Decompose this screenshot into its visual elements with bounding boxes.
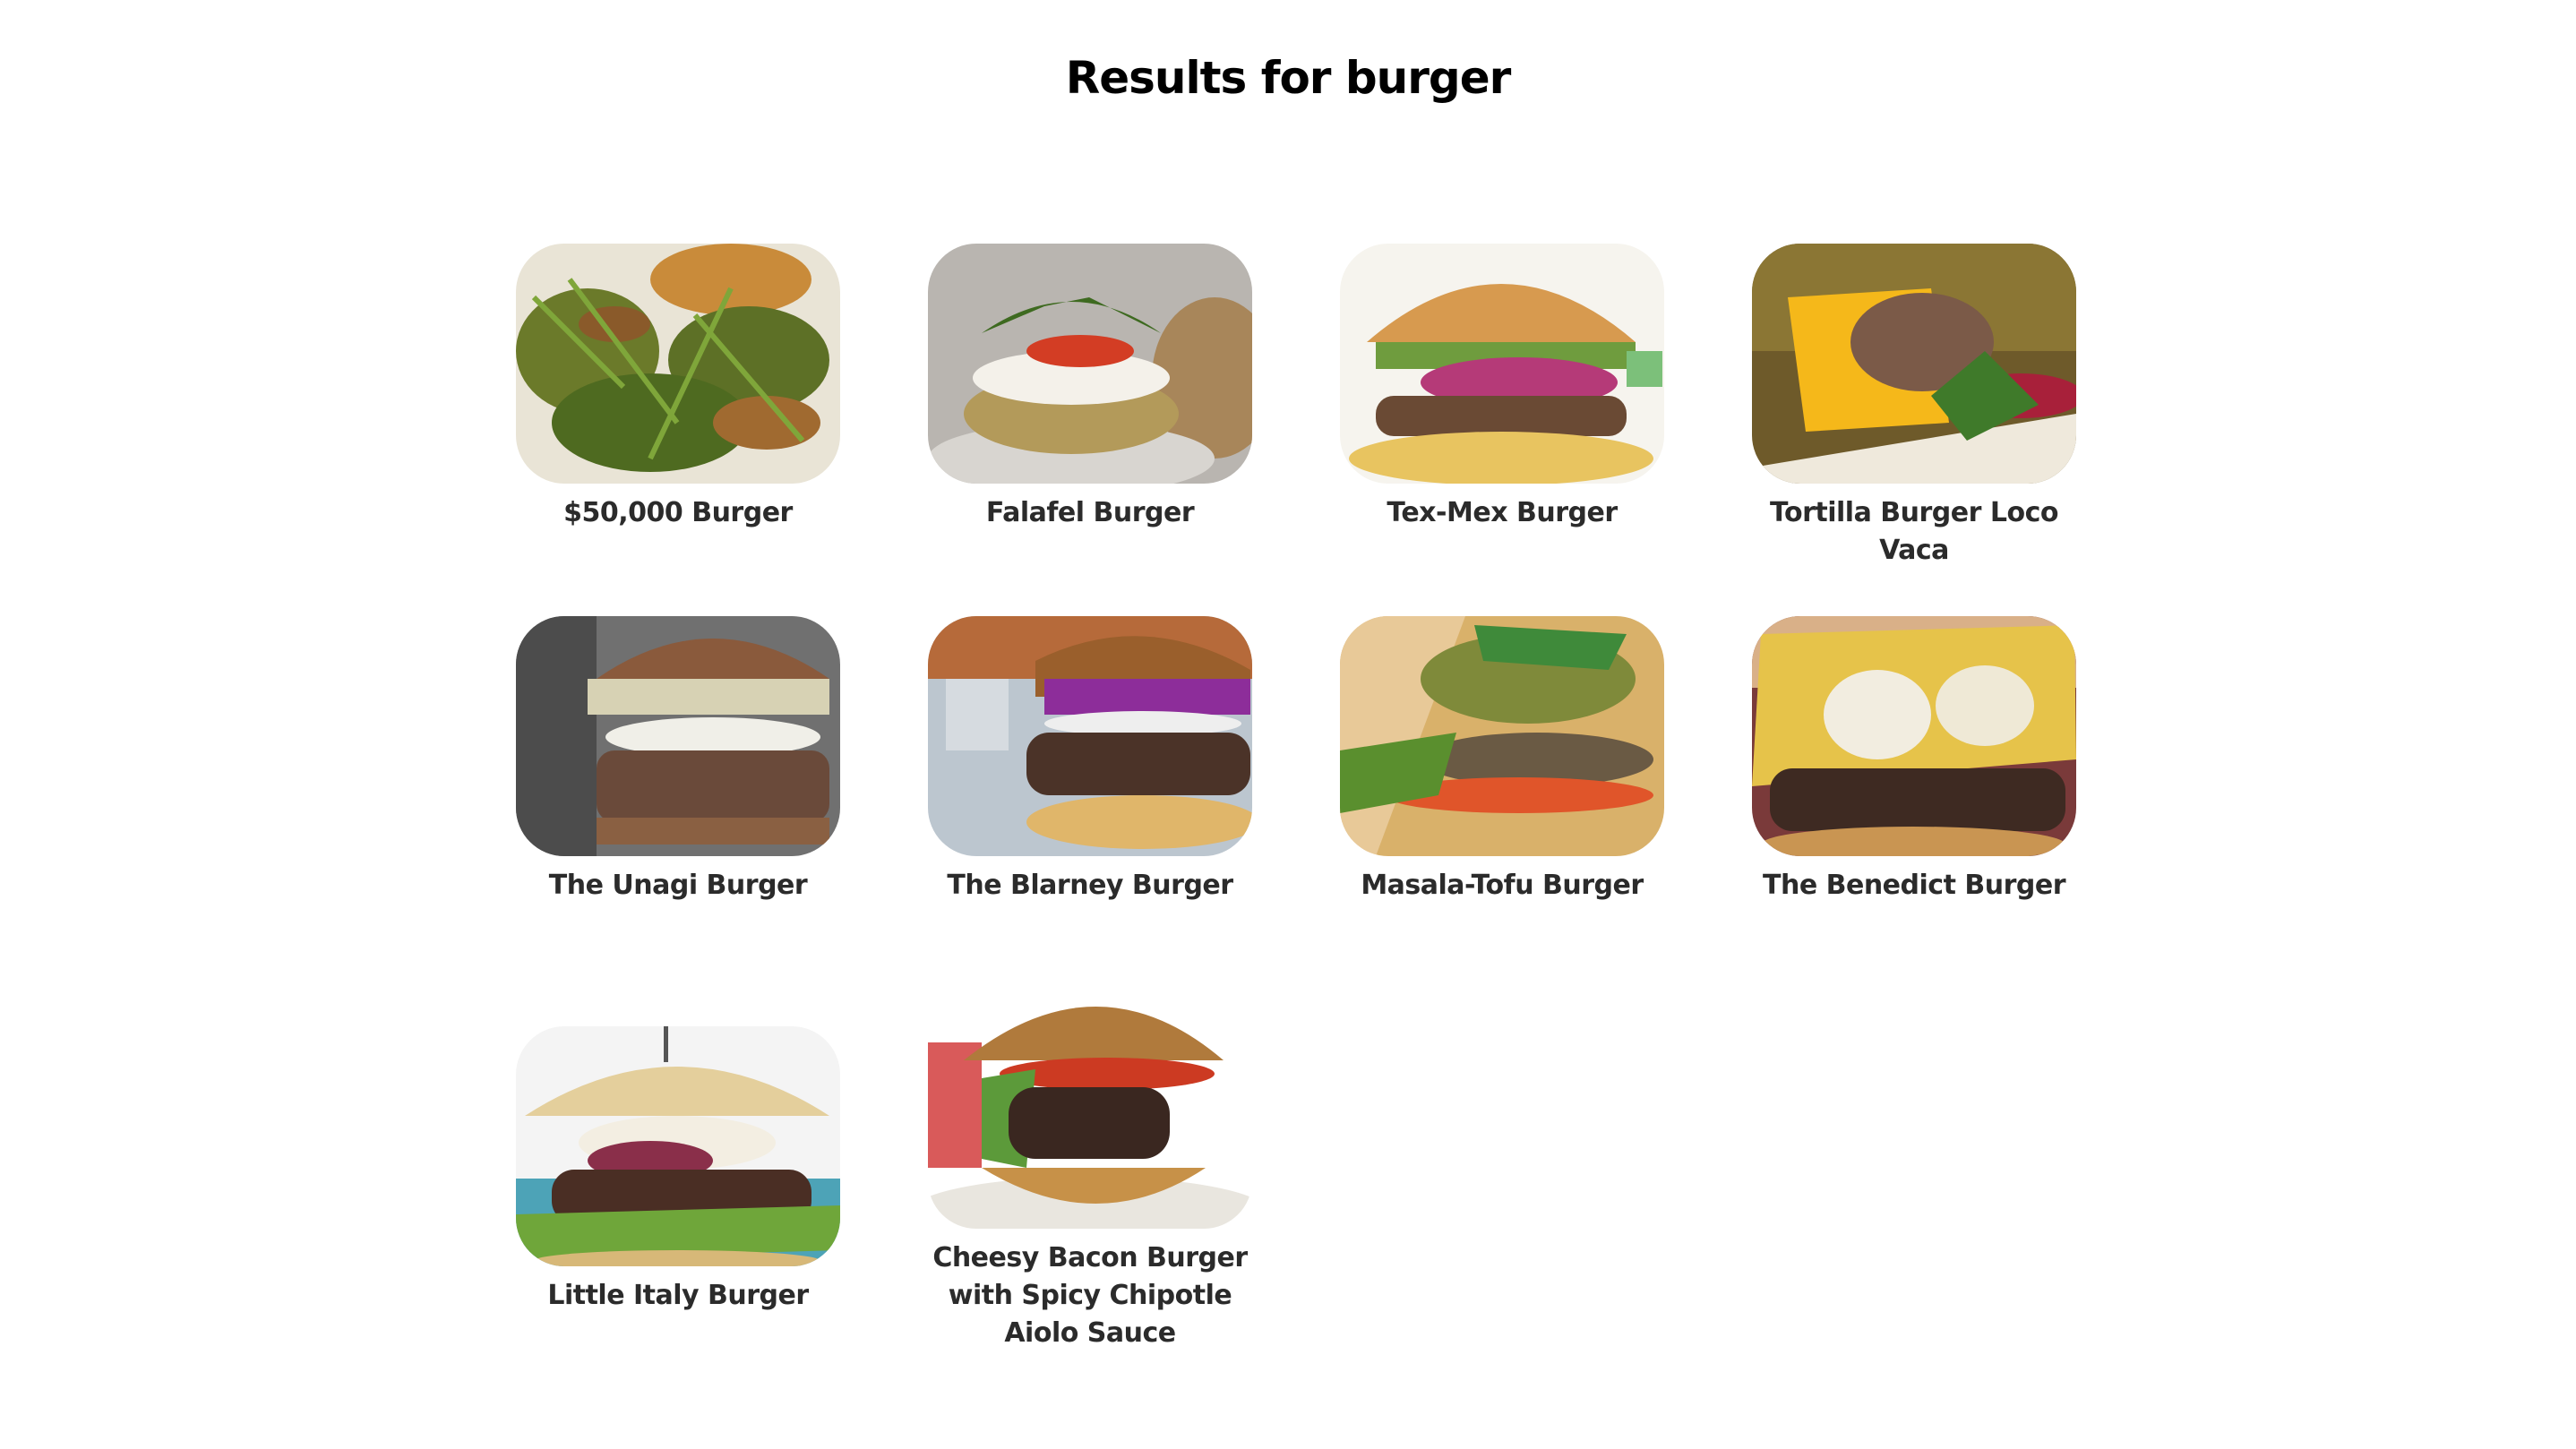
results-grid: $50,000 Burger Falafel Burger Tex-Mex Bu… xyxy=(516,244,2076,1352)
result-title[interactable]: Cheesy Bacon Burger with Spicy Chipotle … xyxy=(928,1239,1252,1352)
result-card[interactable]: Masala-Tofu Burger xyxy=(1340,616,1664,989)
burger-thumbnail[interactable] xyxy=(1340,616,1664,856)
result-card[interactable]: The Unagi Burger xyxy=(516,616,840,989)
burger-thumbnail[interactable] xyxy=(928,989,1252,1229)
burger-thumbnail[interactable] xyxy=(516,1026,840,1266)
page-title: Results for burger xyxy=(1065,52,1512,104)
result-title[interactable]: The Blarney Burger xyxy=(928,867,1252,905)
burger-thumbnail[interactable] xyxy=(516,616,840,856)
result-title[interactable]: Tex-Mex Burger xyxy=(1340,494,1664,532)
result-title[interactable]: $50,000 Burger xyxy=(516,494,840,532)
result-card[interactable]: The Blarney Burger xyxy=(928,616,1252,989)
result-card[interactable]: $50,000 Burger xyxy=(516,244,840,616)
result-title[interactable]: Little Italy Burger xyxy=(516,1277,840,1315)
burger-thumbnail[interactable] xyxy=(1752,244,2076,484)
burger-thumbnail[interactable] xyxy=(928,244,1252,484)
result-title[interactable]: Masala-Tofu Burger xyxy=(1340,867,1664,905)
result-title[interactable]: Falafel Burger xyxy=(928,494,1252,532)
result-card[interactable]: The Benedict Burger xyxy=(1752,616,2076,989)
result-title[interactable]: The Benedict Burger xyxy=(1752,867,2076,905)
result-card[interactable]: Tex-Mex Burger xyxy=(1340,244,1664,616)
burger-thumbnail[interactable] xyxy=(928,616,1252,856)
burger-thumbnail[interactable] xyxy=(516,244,840,484)
result-title[interactable]: Tortilla Burger Loco Vaca xyxy=(1752,494,2076,570)
result-card[interactable]: Tortilla Burger Loco Vaca xyxy=(1752,244,2076,616)
search-results-page: Results for burger $50,000 Burger Falafe… xyxy=(0,0,2576,1449)
burger-thumbnail[interactable] xyxy=(1752,616,2076,856)
result-card[interactable]: Little Italy Burger xyxy=(516,1026,840,1352)
result-card[interactable]: Falafel Burger xyxy=(928,244,1252,616)
result-card[interactable]: Cheesy Bacon Burger with Spicy Chipotle … xyxy=(928,989,1252,1352)
burger-thumbnail[interactable] xyxy=(1340,244,1664,484)
result-title[interactable]: The Unagi Burger xyxy=(516,867,840,905)
